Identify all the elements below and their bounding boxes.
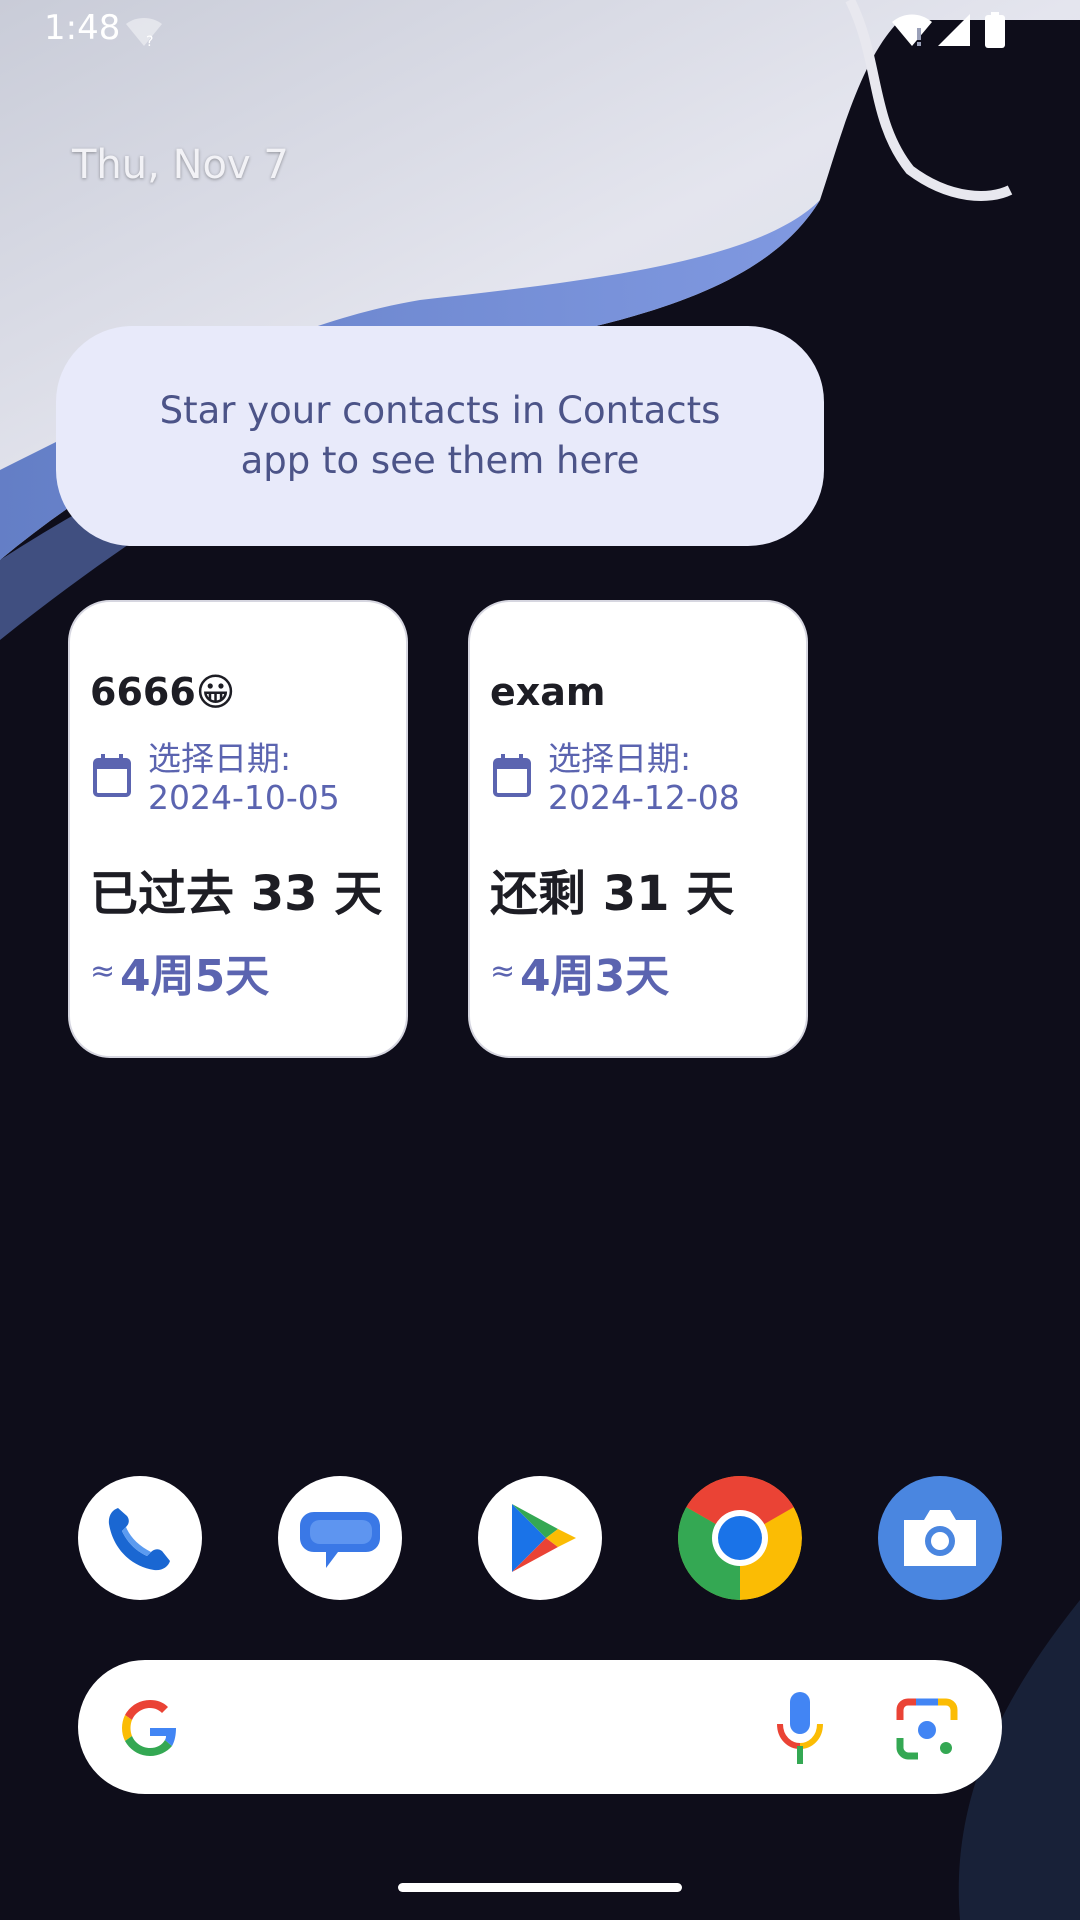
contacts-widget-message: Star your contacts in Contacts app to se… bbox=[159, 389, 721, 482]
phone-icon bbox=[108, 1508, 170, 1571]
google-search-bar[interactable] bbox=[78, 1660, 1002, 1794]
card-approx-symbol: ≈ bbox=[490, 954, 516, 989]
card-title: exam bbox=[490, 670, 606, 714]
contacts-widget[interactable]: Star your contacts in Contacts app to se… bbox=[56, 326, 824, 546]
card-days-text: 已过去 33 天 bbox=[90, 866, 383, 922]
status-time: 1:48 bbox=[44, 8, 121, 48]
card-date-label: 选择日期: bbox=[148, 739, 292, 778]
card-date-value: 2024-12-08 bbox=[548, 778, 740, 817]
messages-app-icon[interactable] bbox=[278, 1476, 402, 1600]
battery-icon bbox=[985, 12, 1005, 48]
card-date-value: 2024-10-05 bbox=[148, 778, 340, 817]
signal-icon bbox=[938, 14, 970, 46]
gesture-nav-handle[interactable] bbox=[398, 1883, 682, 1892]
wifi-icon bbox=[892, 14, 932, 46]
chrome-app-icon[interactable] bbox=[678, 1476, 802, 1600]
google-lens-icon[interactable] bbox=[894, 1696, 960, 1762]
calendar-icon bbox=[493, 754, 531, 797]
status-bar: 1:48 ? bbox=[0, 0, 1080, 64]
camera-app-icon[interactable] bbox=[878, 1476, 1002, 1600]
microphone-icon[interactable] bbox=[772, 1690, 828, 1766]
svg-text:?: ? bbox=[146, 34, 153, 48]
chrome-icon bbox=[678, 1476, 802, 1600]
camera-icon bbox=[904, 1510, 976, 1566]
google-g-icon bbox=[122, 1700, 176, 1756]
phone-app-icon[interactable] bbox=[78, 1476, 202, 1600]
calendar-icon bbox=[93, 754, 131, 797]
card-approx-symbol: ≈ bbox=[90, 954, 116, 989]
play-store-app-icon[interactable] bbox=[478, 1476, 602, 1600]
card-date-label: 选择日期: bbox=[548, 739, 692, 778]
card-approx-value: 4周5天 bbox=[120, 951, 270, 1002]
card-approx-value: 4周3天 bbox=[520, 951, 670, 1002]
card-days-text: 还剩 31 天 bbox=[490, 866, 735, 922]
play-store-icon bbox=[512, 1504, 576, 1572]
wifi-unknown-icon: ? bbox=[126, 18, 162, 48]
countdown-card[interactable]: exam 选择日期: 2024-12-08 还剩 31 天 ≈ 4周3天 bbox=[468, 600, 808, 1058]
messages-icon bbox=[300, 1512, 380, 1568]
home-date[interactable]: Thu, Nov 7 bbox=[72, 142, 289, 188]
card-title: 6666😀 bbox=[90, 670, 236, 714]
countdown-card[interactable]: 6666😀 选择日期: 2024-10-05 已过去 33 天 ≈ 4周5天 bbox=[68, 600, 408, 1058]
